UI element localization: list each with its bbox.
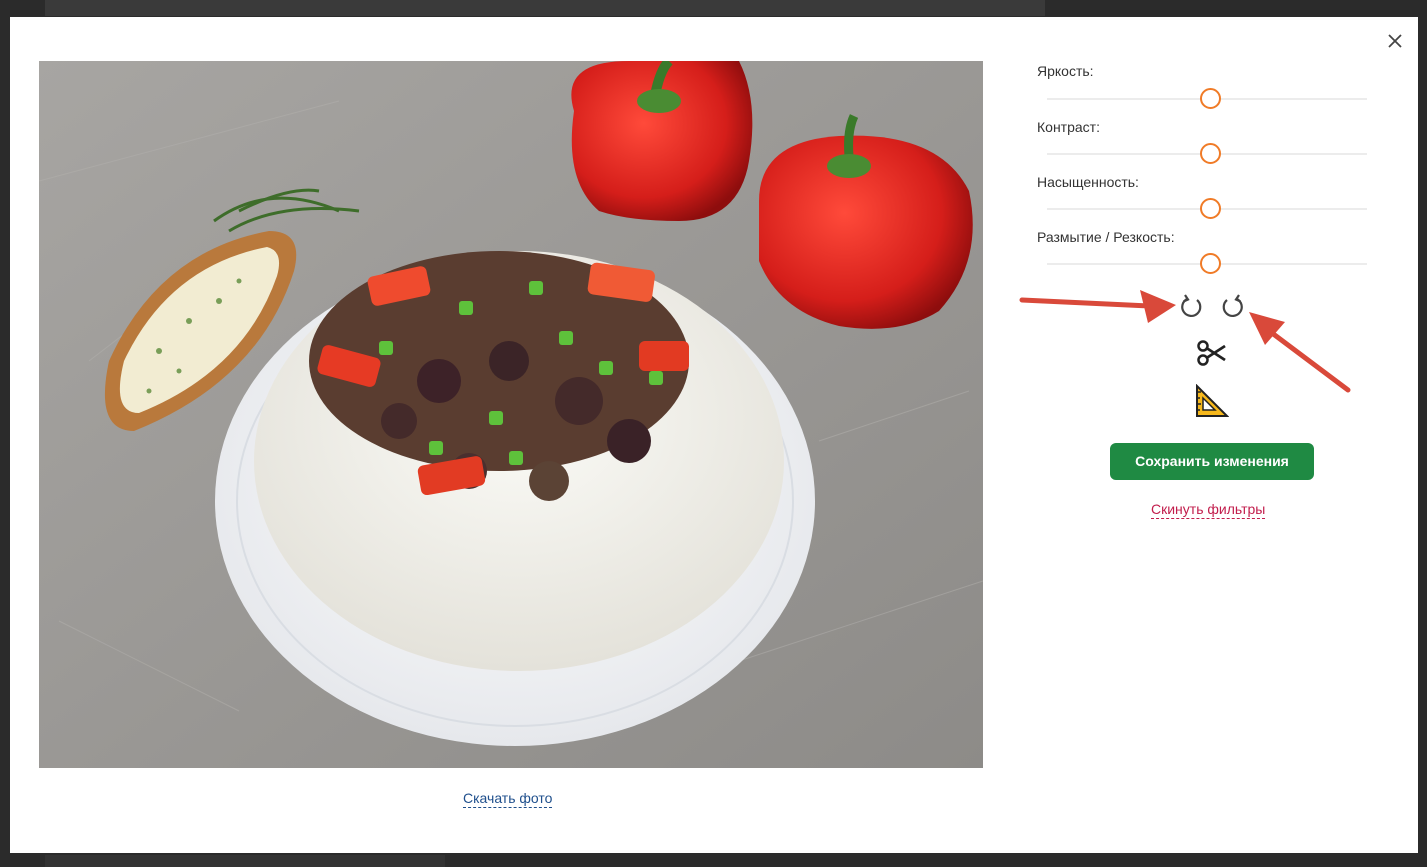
brightness-label: Яркость: <box>1037 63 1094 79</box>
contrast-label: Контраст: <box>1037 119 1100 135</box>
resize-button[interactable] <box>1195 383 1230 418</box>
food-photo <box>39 61 983 768</box>
set-square-icon[interactable] <box>1195 383 1230 418</box>
brightness-slider-thumb[interactable] <box>1200 88 1221 109</box>
scissors-icon[interactable] <box>1196 338 1228 368</box>
reset-filters-link[interactable]: Скинуть фильтры <box>1151 501 1266 519</box>
blur-sharpness-label: Размытие / Резкость: <box>1037 229 1175 245</box>
rotate-clockwise-button[interactable] <box>1180 293 1204 319</box>
background-page-strip <box>45 0 1045 16</box>
rotate-counterclockwise-button[interactable] <box>1220 293 1244 319</box>
blur-sharpness-slider-thumb[interactable] <box>1200 253 1221 274</box>
red-pepper-1 <box>571 61 753 221</box>
photo-illustration <box>39 61 983 768</box>
saturation-slider-thumb[interactable] <box>1200 198 1221 219</box>
saturation-label: Насыщенность: <box>1037 174 1139 190</box>
rotate-counterclockwise-icon[interactable] <box>1220 293 1244 319</box>
contrast-slider-thumb[interactable] <box>1200 143 1221 164</box>
save-changes-button[interactable]: Сохранить изменения <box>1110 443 1314 480</box>
background-page-strip-bottom <box>45 855 445 867</box>
close-icon[interactable] <box>1384 30 1406 52</box>
download-photo-link[interactable]: Скачать фото <box>463 790 553 808</box>
rotate-clockwise-icon[interactable] <box>1180 293 1204 319</box>
close-button[interactable] <box>1384 30 1406 52</box>
crop-button[interactable] <box>1196 338 1228 368</box>
